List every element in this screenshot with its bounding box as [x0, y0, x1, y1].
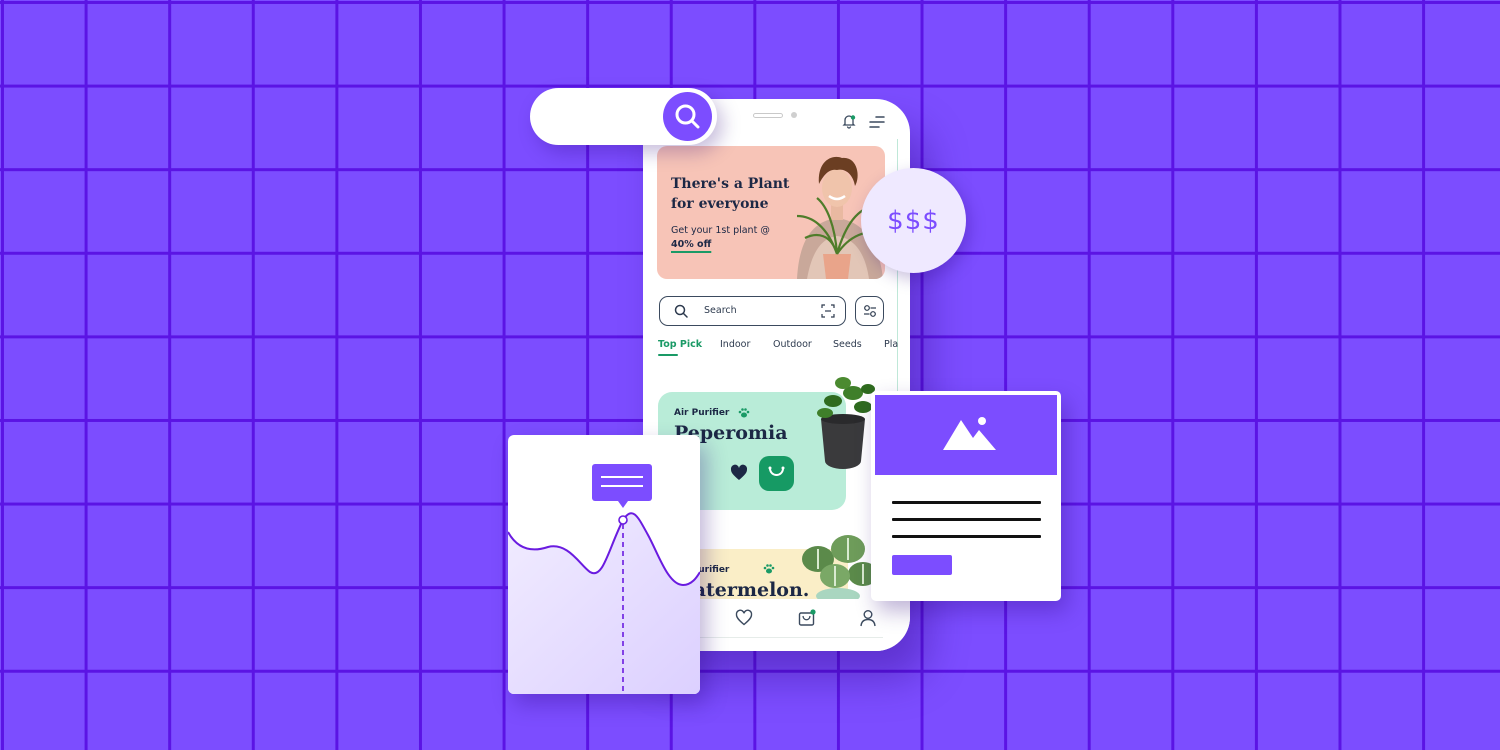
content-card [871, 391, 1061, 601]
scan-icon[interactable] [821, 304, 835, 318]
promo-discount: 40% off [671, 239, 712, 250]
filter-button[interactable] [855, 296, 884, 326]
promo-banner[interactable]: There's a Plant for everyone Get your 1s… [657, 146, 885, 279]
chart-area [508, 513, 700, 694]
image-placeholder [875, 395, 1057, 475]
heart-icon[interactable] [735, 609, 753, 627]
search-button[interactable] [663, 92, 712, 141]
chart-card [508, 435, 700, 694]
tab-plants[interactable]: Pla [884, 339, 898, 350]
tab-top-pick[interactable]: Top Pick [658, 339, 702, 356]
heart-icon[interactable] [730, 464, 748, 482]
watermelon-peperomia-plant-image [802, 535, 878, 604]
paw-icon [738, 408, 750, 418]
tab-outdoor[interactable]: Outdoor [773, 339, 812, 350]
search-icon [674, 304, 688, 318]
text-line [892, 535, 1041, 538]
message-icon [592, 464, 652, 508]
filter-icon [864, 305, 876, 317]
search-icon [675, 104, 700, 129]
phone-speaker [753, 113, 783, 118]
user-icon[interactable] [859, 609, 877, 627]
text-line [892, 518, 1041, 521]
menu-icon[interactable] [869, 115, 885, 129]
cta-button[interactable] [892, 555, 952, 575]
product-category: Air Purifier [674, 408, 730, 418]
search-input[interactable]: Search [659, 296, 846, 326]
add-to-cart-button[interactable] [759, 456, 794, 491]
home-indicator [683, 637, 883, 638]
paw-icon [763, 564, 775, 574]
line-chart [508, 464, 700, 694]
tab-seeds[interactable]: Seeds [833, 339, 862, 350]
search-placeholder: Search [704, 305, 737, 316]
image-icon [943, 417, 996, 450]
phone-camera [791, 112, 797, 118]
shopping-bag-icon [768, 466, 785, 476]
chart-data-point [618, 515, 628, 525]
promo-subtitle: Get your 1st plant @ 40% off [671, 224, 781, 252]
tab-indoor[interactable]: Indoor [720, 339, 750, 350]
price-bubble: $$$ [861, 168, 966, 273]
shopping-bag-icon[interactable] [798, 609, 816, 627]
floating-search-bar[interactable] [530, 88, 717, 145]
promo-subtitle-prefix: Get your 1st plant @ [671, 225, 770, 236]
text-line [892, 501, 1041, 504]
promo-title: There's a Plant for everyone [671, 176, 790, 212]
bell-icon[interactable] [841, 113, 857, 129]
